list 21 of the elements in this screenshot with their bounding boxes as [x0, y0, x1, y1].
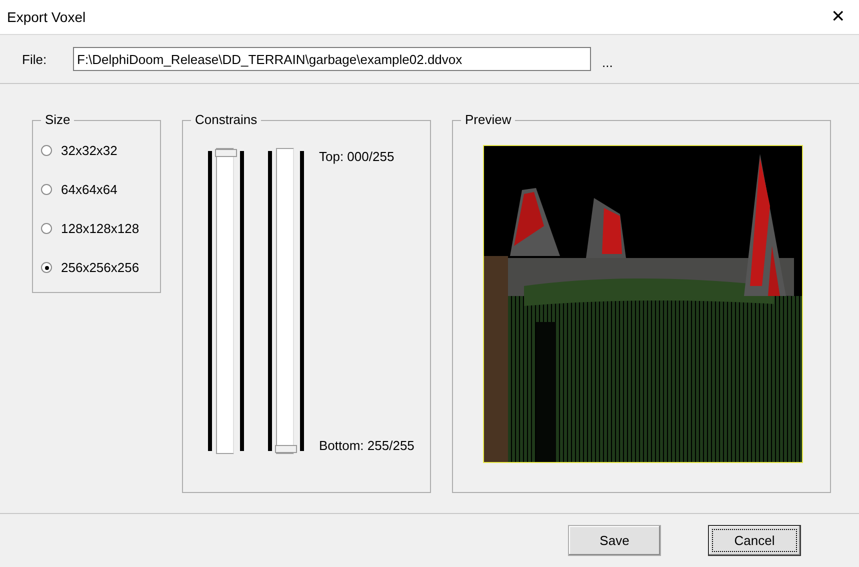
radio-label[interactable]: 256x256x256 [61, 260, 140, 275]
dialog-button[interactable]: Save [568, 525, 661, 556]
radio-button[interactable] [41, 223, 52, 234]
radio-button[interactable] [41, 184, 52, 195]
slider-thumb[interactable] [215, 149, 237, 157]
file-label: File: [22, 52, 48, 66]
radio-label[interactable]: 32x32x32 [61, 143, 118, 158]
radio-button[interactable] [41, 262, 52, 273]
bottom-reading: Bottom: 255/255 [319, 438, 414, 453]
browse-button[interactable]: ... [602, 54, 613, 70]
top-reading: Top: 000/255 [319, 149, 396, 164]
dialog-button[interactable]: Cancel [708, 525, 801, 556]
radio-label[interactable]: 128x128x128 [61, 221, 140, 236]
radio-button[interactable] [41, 145, 52, 156]
slider-track[interactable] [216, 148, 234, 454]
file-path-field[interactable]: F:\DelphiDoom_Release\DD_TERRAIN\garbage\example02.ddvox [73, 47, 591, 71]
close-button[interactable]: ✕ [831, 7, 845, 27]
slider-track[interactable] [276, 148, 294, 454]
radio-label[interactable]: 64x64x64 [61, 182, 118, 197]
slider-thumb[interactable] [275, 445, 297, 453]
window-title: Export Voxel [7, 9, 86, 25]
